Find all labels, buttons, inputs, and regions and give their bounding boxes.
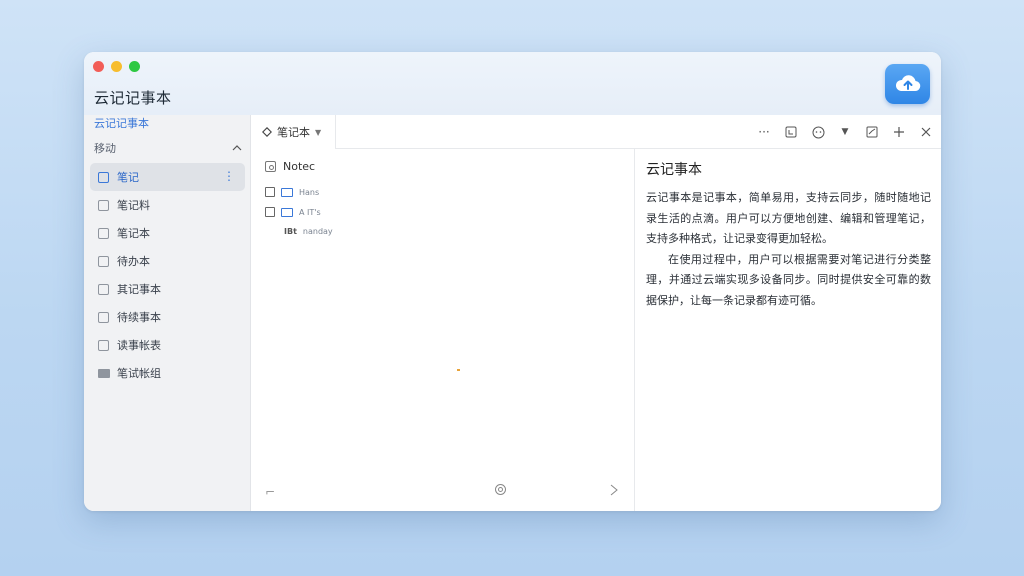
sidebar-item-label: 待续事本 bbox=[117, 311, 161, 324]
note-list-header[interactable]: Notec bbox=[265, 160, 315, 173]
list-item[interactable]: Hans bbox=[265, 187, 319, 197]
section-label: 移动 bbox=[94, 142, 116, 155]
list-item-text: A IT's bbox=[299, 207, 321, 217]
checkbox-icon bbox=[98, 255, 109, 267]
sidebar-item-label: 笔记本 bbox=[117, 227, 150, 240]
sidebar-item-notes[interactable]: 笔记 ⋮ bbox=[90, 163, 245, 191]
sidebar: 云记记事本 移动 笔记 ⋮ 笔记料 笔记本 待办本 其记事本 待续事本 读事帐表… bbox=[84, 115, 251, 511]
add-icon[interactable] bbox=[892, 125, 906, 139]
sidebar-item-label: 笔记 bbox=[117, 171, 139, 184]
edit-icon[interactable] bbox=[865, 125, 879, 139]
resize-icon[interactable]: ⌐ bbox=[265, 485, 275, 499]
emoji-icon[interactable] bbox=[811, 125, 825, 139]
folder-icon bbox=[98, 368, 110, 378]
toolbar-actions: ··· ▼ bbox=[757, 115, 933, 149]
dropdown-icon[interactable]: ▼ bbox=[838, 125, 852, 139]
checkbox-icon bbox=[98, 339, 109, 351]
note-paragraph: 在使用过程中，用户可以根据需要对笔记进行分类整理，并通过云端实现多设备同步。同时… bbox=[646, 252, 931, 307]
app-title: 云记记事本 bbox=[94, 89, 172, 107]
note-icon bbox=[265, 161, 276, 172]
checkbox-icon bbox=[98, 311, 109, 323]
tab-notebook[interactable]: 笔记本 ▼ bbox=[251, 115, 336, 149]
note-body[interactable]: 云记事本是记事本，简单易用，支持云同步，随时随地记录生活的点滴。用户可以方便地创… bbox=[646, 188, 931, 311]
sidebar-section-header[interactable]: 移动 bbox=[94, 140, 242, 156]
tag-icon bbox=[281, 187, 293, 197]
note-title: 云记事本 bbox=[646, 162, 702, 178]
chevron-up-icon[interactable] bbox=[232, 145, 242, 151]
title-bar: 云记记事本 bbox=[84, 52, 941, 115]
vertical-more-icon[interactable]: ⋮ bbox=[223, 169, 235, 183]
checkbox-icon bbox=[98, 171, 109, 183]
close-window-button[interactable] bbox=[93, 61, 104, 72]
list-item-tag: IBt bbox=[284, 227, 297, 236]
cloud-sync-button[interactable] bbox=[885, 64, 930, 104]
settings-icon[interactable] bbox=[494, 483, 507, 499]
checkbox-icon bbox=[98, 283, 109, 295]
sidebar-list: 笔记 ⋮ 笔记料 笔记本 待办本 其记事本 待续事本 读事帐表 笔试帐组 bbox=[90, 163, 245, 387]
format-icon[interactable] bbox=[784, 125, 798, 139]
zoom-window-button[interactable] bbox=[129, 61, 140, 72]
tab-label: 笔记本 bbox=[277, 126, 310, 139]
sidebar-item-notes-material[interactable]: 笔记料 bbox=[90, 191, 245, 219]
main-area: 笔记本 ▼ ··· ▼ Notec Hans A IT's IBt nanday… bbox=[251, 115, 941, 511]
play-icon[interactable] bbox=[609, 484, 619, 499]
sidebar-brand: 云记记事本 bbox=[94, 115, 149, 131]
brand-label: 云记记事本 bbox=[94, 117, 149, 130]
note-detail-pane[interactable]: 云记事本 云记事本是记事本，简单易用，支持云同步，随时随地记录生活的点滴。用户可… bbox=[636, 149, 941, 511]
list-item-text: nanday bbox=[302, 227, 333, 236]
app-window: 云记记事本 云记记事本 移动 笔记 ⋮ 笔记料 笔记本 待办本 其记事本 待续事… bbox=[84, 52, 941, 511]
list-item[interactable]: A IT's bbox=[265, 207, 321, 217]
list-item[interactable]: IBt nanday bbox=[265, 227, 333, 236]
tag-icon bbox=[281, 207, 293, 217]
sidebar-item-label: 其记事本 bbox=[117, 283, 161, 296]
sidebar-item-label: 笔试帐组 bbox=[117, 367, 161, 380]
minimize-window-button[interactable] bbox=[111, 61, 122, 72]
cursor-marker bbox=[457, 369, 460, 371]
sidebar-item-todo[interactable]: 待办本 bbox=[90, 247, 245, 275]
sidebar-item-group[interactable]: 笔试帐组 bbox=[90, 359, 245, 387]
close-icon[interactable] bbox=[919, 125, 933, 139]
sidebar-item-label: 读事帐表 bbox=[117, 339, 161, 352]
lock-icon bbox=[265, 187, 275, 197]
note-list-title: Notec bbox=[283, 160, 316, 173]
toolbar: 笔记本 ▼ ··· ▼ bbox=[251, 115, 941, 149]
note-list-pane: Notec Hans A IT's IBt nanday ⌐ bbox=[251, 149, 635, 511]
calendar-icon bbox=[265, 207, 275, 217]
sidebar-item-other[interactable]: 其记事本 bbox=[90, 275, 245, 303]
sidebar-item-label: 笔记料 bbox=[117, 199, 150, 212]
list-item-text: Hans bbox=[299, 187, 320, 197]
caret-down-icon: ▼ bbox=[315, 127, 322, 137]
cloud-upload-icon bbox=[895, 75, 920, 92]
checkbox-icon bbox=[98, 227, 109, 239]
checkbox-icon bbox=[98, 199, 109, 211]
sidebar-item-notebook[interactable]: 笔记本 bbox=[90, 219, 245, 247]
sidebar-item-pending[interactable]: 待续事本 bbox=[90, 303, 245, 331]
diamond-icon bbox=[262, 127, 272, 137]
sidebar-item-reading[interactable]: 读事帐表 bbox=[90, 331, 245, 359]
sidebar-item-label: 待办本 bbox=[117, 255, 150, 268]
more-icon[interactable]: ··· bbox=[757, 125, 771, 139]
note-paragraph: 云记事本是记事本，简单易用，支持云同步，随时随地记录生活的点滴。用户可以方便地创… bbox=[646, 191, 931, 245]
